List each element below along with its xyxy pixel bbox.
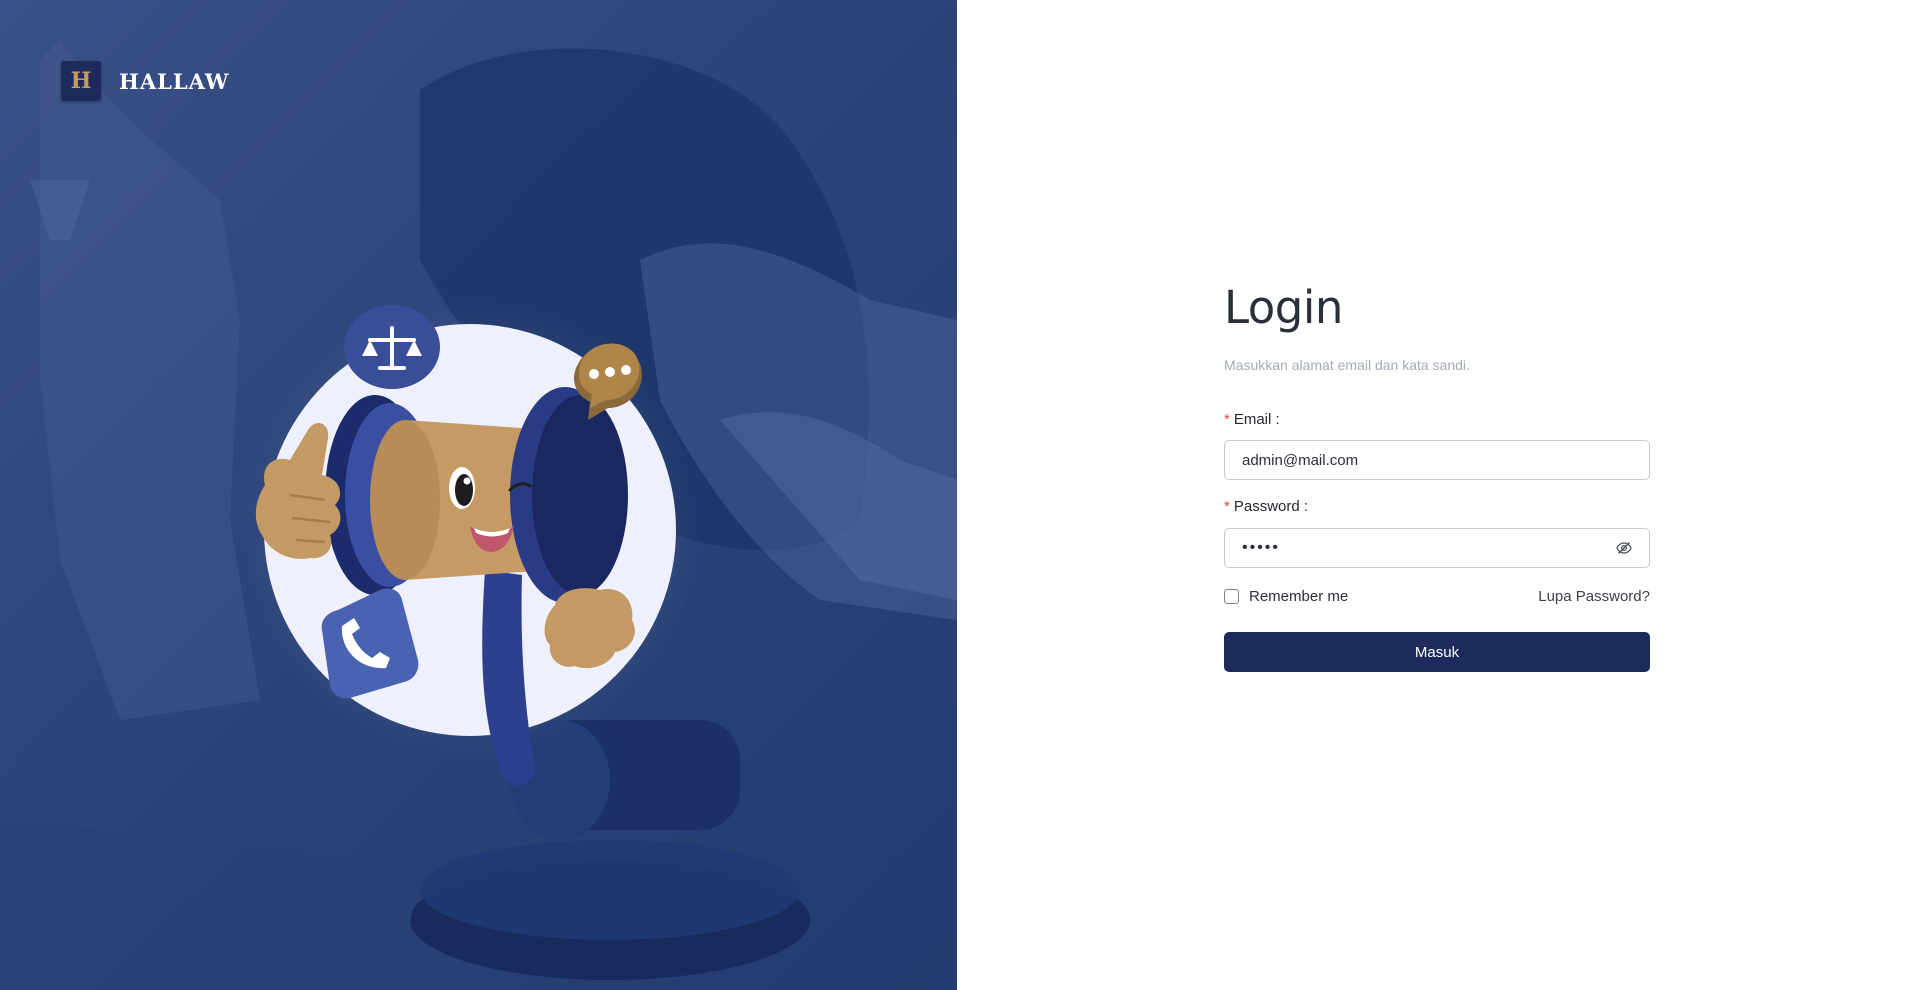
email-field[interactable] [1224,440,1650,480]
required-mark: * [1224,498,1230,515]
scales-of-justice-icon [344,305,440,389]
remember-row: Remember me Lupa Password? [1224,586,1650,606]
login-subtitle: Masukkan alamat email dan kata sandi. [1224,357,1470,373]
email-input[interactable] [1240,450,1649,470]
password-label: * Password : [1224,498,1308,515]
login-form: Login Masukkan alamat email dan kata san… [1224,280,1650,672]
h-logo-icon: H [61,61,101,101]
email-label-text: Email : [1233,411,1280,428]
hero-panel: H HALLAW [0,0,957,990]
password-label-text: Password : [1233,498,1309,515]
password-input[interactable] [1240,538,1613,558]
required-mark: * [1224,411,1230,428]
remember-me-label[interactable]: Remember me [1249,588,1348,605]
gavel-mascot-illustration [255,305,676,785]
submit-button[interactable]: Masuk [1224,632,1650,672]
email-label: * Email : [1224,411,1280,428]
eye-off-icon[interactable] [1613,537,1635,559]
password-field[interactable] [1224,528,1650,568]
checkbox-box[interactable] [1224,588,1239,604]
forgot-password-link[interactable]: Lupa Password? [1538,588,1650,605]
page-title: Login [1224,281,1343,334]
brand-logo[interactable]: H HALLAW [61,61,230,101]
brand-name: HALLAW [119,68,230,94]
remember-me-checkbox[interactable]: Remember me [1224,588,1348,605]
